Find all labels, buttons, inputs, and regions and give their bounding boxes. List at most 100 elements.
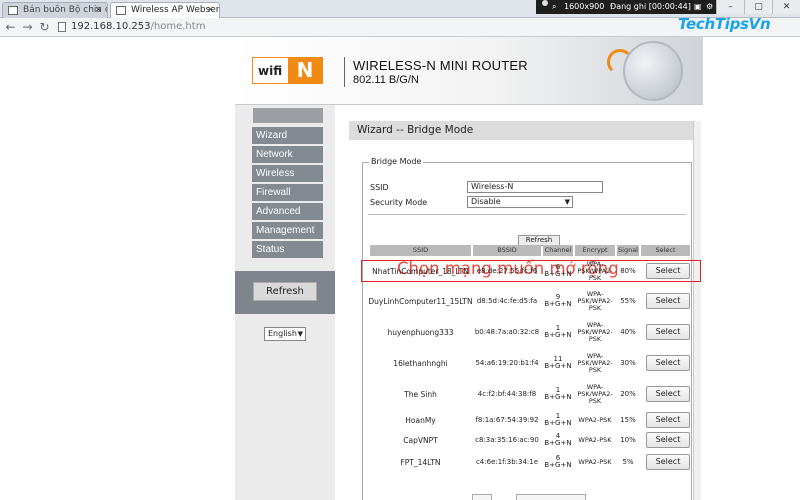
row-channel: 9 B+G+N: [544, 293, 572, 308]
logo-n-text: N: [288, 58, 322, 83]
close-icon[interactable]: ×: [94, 3, 102, 17]
browser-tab[interactable]: Bán buôn Bộ chia cổng ti... ×: [2, 2, 108, 18]
sidebar-item-advanced[interactable]: Advanced: [252, 203, 323, 220]
select-button[interactable]: Select: [646, 412, 690, 428]
table-row: huyenphuong333 b0:48:7a:a0:32:c8 1 B+G+N WPA…: [370, 321, 690, 343]
select-button[interactable]: Select: [646, 324, 690, 340]
close-icon[interactable]: ×: [206, 3, 214, 17]
row-channel: 11 B+G+N: [544, 355, 572, 370]
row-signal: 40%: [620, 327, 636, 336]
row-channel: 1 B+G+N: [544, 386, 572, 401]
bottom-button[interactable]: [516, 494, 586, 500]
record-icon: [542, 0, 548, 6]
fieldset-legend: Bridge Mode: [369, 157, 424, 166]
select-button[interactable]: Select: [646, 355, 690, 371]
chevron-down-icon: ▼: [564, 198, 570, 206]
close-window-button[interactable]: ✕: [772, 0, 800, 14]
row-ssid: 16lethanhnghi: [393, 358, 448, 368]
row-bssid: c4:6e:1f:3b:34:1e: [475, 457, 539, 466]
url-host: 192.168.10.253: [71, 21, 151, 32]
row-signal: 20%: [620, 389, 636, 398]
reload-icon[interactable]: ↻: [37, 19, 52, 35]
camera-icon[interactable]: ▣: [694, 0, 702, 14]
col-select: Select: [641, 245, 690, 256]
browser-tab-active[interactable]: Wireless AP Webserver ×: [110, 2, 220, 18]
sidebar-item-network[interactable]: Network: [252, 146, 323, 163]
minimize-button[interactable]: –: [716, 0, 744, 14]
recorder-resolution: 1600x900: [564, 2, 605, 11]
sidebar-item-wireless[interactable]: Wireless: [252, 165, 323, 182]
security-mode-select[interactable]: Disable ▼: [467, 196, 573, 208]
router-header: wifi N WIRELESS-N MINI ROUTER 802.11 B/G…: [235, 37, 703, 105]
row-encrypt: WPA- PSK/WPA2- PSK: [577, 382, 613, 405]
table-row: The Sinh 4c:f2:bf:44:38:f8 1 B+G+N WPA- PSK/W…: [370, 383, 690, 405]
sidebar-top-bar: [253, 108, 323, 123]
table-row: CapVNPT c8:3a:35:16:ac:90 4 B+G+N WPA2-PSK 10…: [370, 429, 690, 451]
screen-recorder-bar: ⌕ 1600x900 Đang ghi [00:00:44] ▣ ⚙: [536, 0, 716, 14]
divider: [368, 214, 686, 215]
table-row: DuyLinhComputer11_15LTN d8:5d:4c:fe:d5:fa…: [368, 289, 690, 312]
row-ssid: The Sinh: [404, 389, 437, 399]
watermark-logo: TechTipsVn: [678, 15, 771, 33]
globe-icon: [623, 41, 683, 101]
row-bssid: c8:3a:35:16:ac:90: [475, 435, 539, 444]
row-bssid: f8:1a:67:54:39:92: [475, 415, 539, 424]
row-encrypt: WPA2-PSK: [578, 415, 612, 424]
row-bssid: 54:a6:19:20:b1:f4: [475, 358, 539, 367]
security-mode-value: Disable: [471, 197, 501, 206]
scrollbar[interactable]: [693, 121, 701, 500]
row-bssid: 4c:f2:bf:44:38:f8: [477, 389, 537, 398]
page-icon: [116, 6, 126, 15]
row-channel: 1 B+G+N: [544, 324, 572, 339]
maximize-button[interactable]: ▢: [744, 0, 772, 14]
table-row: FPT_14LTN c4:6e:1f:3b:34:1e 6 B+G+N WPA2-PSK…: [370, 451, 690, 473]
gear-icon[interactable]: ⚙: [706, 0, 713, 14]
search-icon[interactable]: ⌕: [552, 0, 556, 14]
table-row: 16lethanhnghi 54:a6:19:20:b1:f4 11 B+G+N WPA…: [370, 352, 690, 374]
header-divider: [344, 57, 345, 87]
forward-icon[interactable]: →: [20, 19, 35, 35]
row-ssid: CapVNPT: [403, 435, 438, 445]
row-ssid: huyenphuong333: [387, 327, 454, 337]
url-path: /home.htm: [150, 21, 206, 32]
language-select[interactable]: English ▼: [264, 327, 306, 341]
row-encrypt: WPA2-PSK: [578, 435, 612, 444]
chevron-down-icon: ▼: [297, 330, 303, 338]
logo-wifi-text: wifi: [258, 64, 283, 78]
sidebar-item-firewall[interactable]: Firewall: [252, 184, 323, 201]
col-bssid: BSSID: [473, 245, 541, 256]
page-title: Wizard -- Bridge Mode: [349, 121, 693, 140]
sidebar-item-management[interactable]: Management: [252, 222, 323, 239]
row-signal: 30%: [620, 358, 636, 367]
row-channel: 4 B+G+N: [544, 432, 572, 447]
select-button[interactable]: Select: [646, 293, 690, 309]
router-title: WIRELESS-N MINI ROUTER: [353, 58, 528, 73]
sidebar-item-wizard[interactable]: Wizard: [252, 127, 323, 144]
bottom-button[interactable]: [472, 494, 492, 500]
row-encrypt: WPA- PSK/WPA2- PSK: [577, 289, 613, 312]
sidebar-refresh-button[interactable]: Refresh: [253, 282, 317, 301]
recorder-status: Đang ghi [00:00:44]: [610, 2, 691, 11]
sidebar-item-status[interactable]: Status: [252, 241, 323, 258]
select-button[interactable]: Select: [646, 386, 690, 402]
row-encrypt: WPA- PSK/WPA2- PSK: [577, 320, 613, 343]
sidebar-refresh-panel: Refresh: [235, 271, 335, 314]
row-channel: 6 B+G+N: [544, 454, 572, 469]
row-signal: 55%: [620, 296, 636, 305]
row-signal: 10%: [620, 435, 636, 444]
row-bssid: d8:5d:4c:fe:d5:fa: [476, 296, 538, 305]
row-channel: 1 B+G+N: [544, 412, 572, 427]
sidebar: Wizard Network Wireless Firewall Advance…: [235, 105, 335, 500]
ssid-input[interactable]: Wireless-N: [467, 181, 603, 193]
security-mode-label: Security Mode: [370, 198, 428, 207]
router-subtitle: 802.11 B/G/N: [353, 74, 419, 86]
back-icon[interactable]: ←: [3, 19, 18, 35]
row-encrypt: WPA- PSK/WPA2- PSK: [577, 351, 613, 374]
select-button[interactable]: Select: [646, 432, 690, 448]
col-ssid: SSID: [370, 245, 471, 256]
url-input[interactable]: 192.168.10.253/home.htm: [71, 21, 205, 32]
ssid-label: SSID: [370, 183, 389, 192]
select-button[interactable]: Select: [646, 454, 690, 470]
col-encrypt: Encrypt: [575, 245, 615, 256]
row-encrypt: WPA2-PSK: [578, 457, 612, 466]
